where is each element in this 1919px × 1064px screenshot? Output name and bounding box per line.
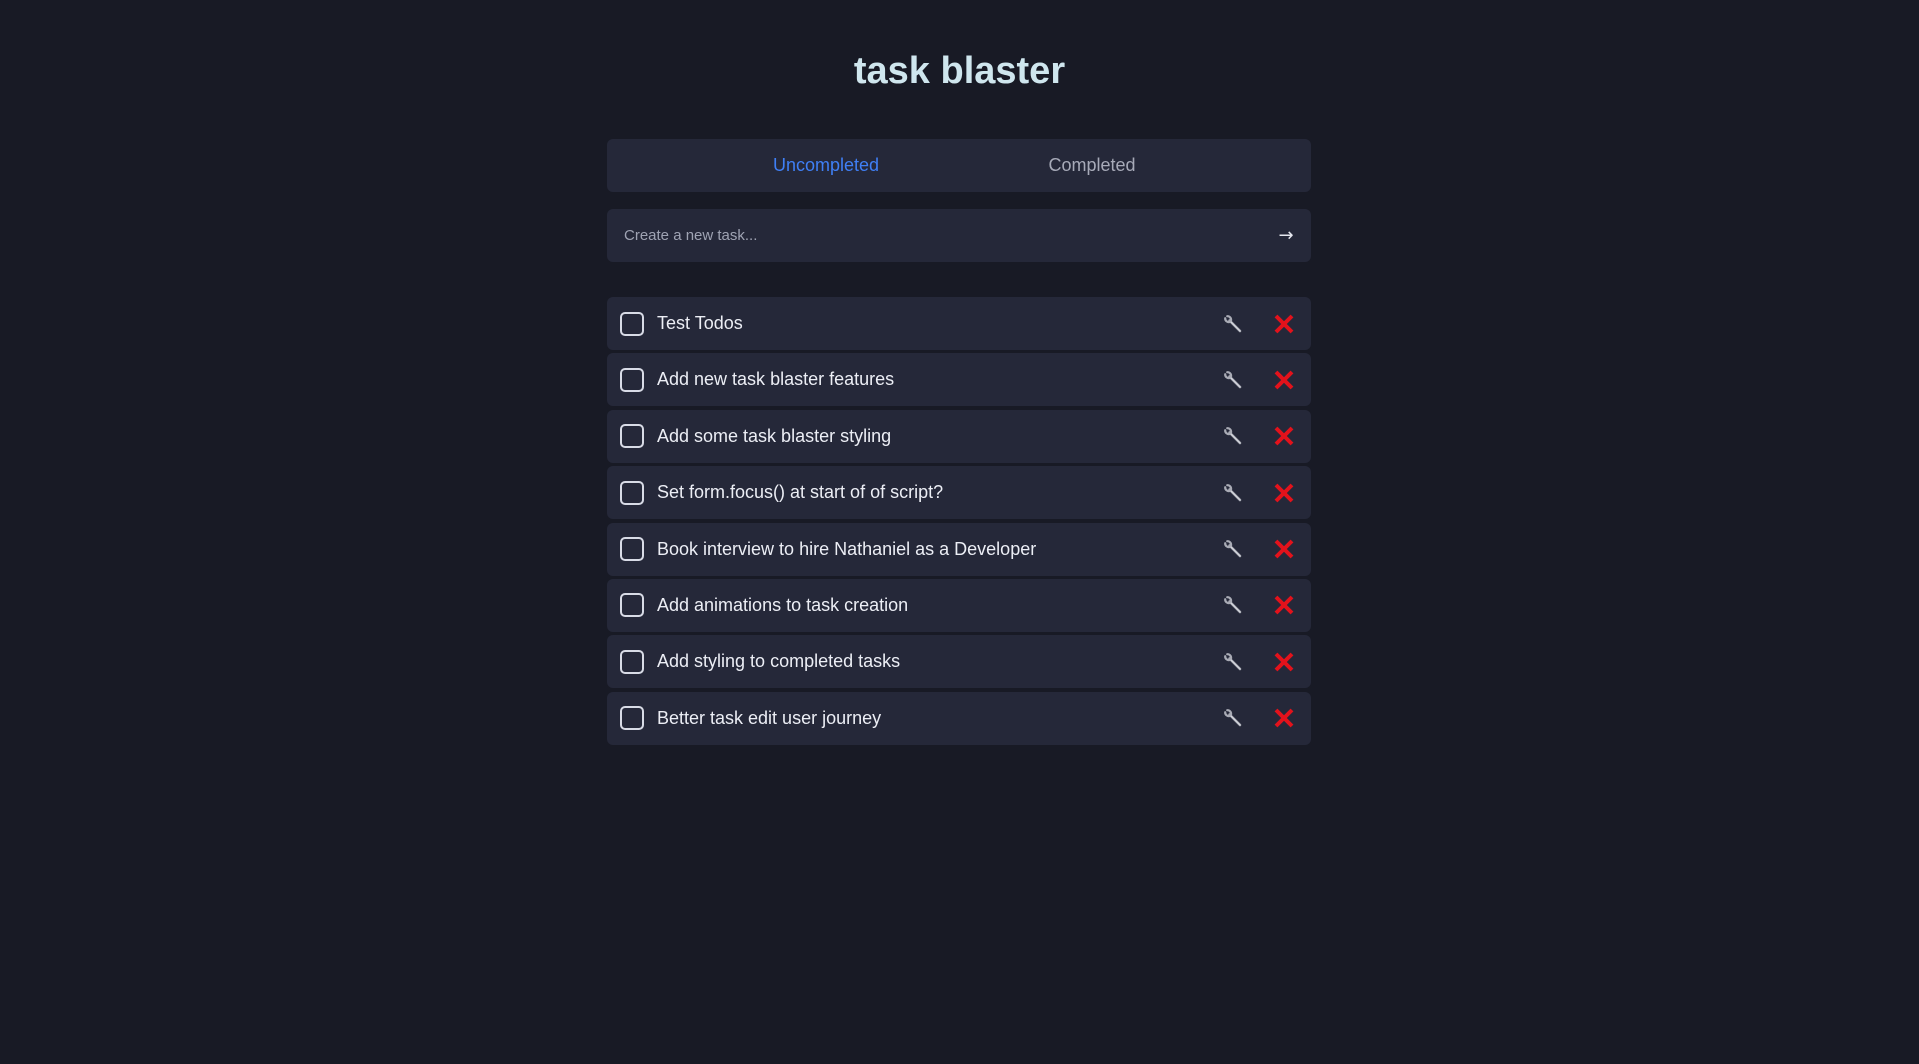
new-task-form: → — [607, 209, 1311, 262]
wrench-icon[interactable] — [1220, 649, 1246, 675]
close-icon[interactable] — [1271, 705, 1297, 731]
task-label: Add styling to completed tasks — [657, 651, 901, 672]
task-item: Test Todos — [607, 297, 1311, 350]
wrench-icon[interactable] — [1220, 536, 1246, 562]
task-checkbox[interactable] — [620, 649, 644, 674]
close-icon[interactable] — [1271, 536, 1297, 562]
task-label: Test Todos — [657, 313, 743, 333]
app-root: task blaster Uncompleted Completed → Tes… — [0, 0, 1919, 1064]
tab-uncompleted[interactable]: Uncompleted — [693, 155, 959, 176]
task-checkbox[interactable] — [620, 311, 644, 336]
wrench-icon[interactable] — [1220, 480, 1246, 506]
close-icon[interactable] — [1271, 480, 1297, 506]
task-label: Book interview to hire Nathaniel as a De… — [657, 538, 1037, 559]
task-item: Set form.focus() at start of of script? — [607, 466, 1311, 520]
wrench-icon[interactable] — [1220, 705, 1246, 731]
task-label: Better task edit user journey — [657, 707, 882, 728]
wrench-icon[interactable] — [1220, 423, 1246, 449]
task-label: Add animations to task creation — [657, 594, 909, 615]
task-item: Add some task blaster styling — [607, 409, 1311, 463]
close-icon[interactable] — [1271, 649, 1297, 675]
task-label: Add new task blaster features — [657, 369, 895, 390]
task-checkbox[interactable] — [620, 593, 644, 618]
task-item: Add animations to task creation — [607, 578, 1311, 632]
task-checkbox[interactable] — [620, 537, 644, 562]
wrench-icon[interactable] — [1220, 311, 1246, 337]
app-title: task blaster — [853, 50, 1066, 92]
task-item: Better task edit user journey — [607, 691, 1311, 745]
task-label: Add some task blaster styling — [657, 425, 892, 446]
wrench-icon[interactable] — [1220, 367, 1246, 393]
wrench-icon[interactable] — [1220, 592, 1246, 618]
tab-bar: Uncompleted Completed — [607, 139, 1311, 192]
close-icon[interactable] — [1271, 423, 1297, 449]
task-checkbox[interactable] — [620, 367, 644, 392]
task-label: Set form.focus() at start of of script? — [657, 482, 944, 503]
task-item: Add styling to completed tasks — [607, 635, 1311, 689]
task-list: Test Todos Add new task blaster features — [607, 297, 1311, 748]
task-checkbox[interactable] — [620, 706, 644, 731]
task-checkbox[interactable] — [620, 480, 644, 505]
arrow-right-icon[interactable]: → — [1261, 209, 1311, 262]
task-item: Add new task blaster features — [607, 353, 1311, 407]
close-icon[interactable] — [1271, 367, 1297, 393]
task-item: Book interview to hire Nathaniel as a De… — [607, 522, 1311, 576]
close-icon[interactable] — [1271, 311, 1297, 337]
tab-completed[interactable]: Completed — [959, 155, 1225, 176]
new-task-input[interactable] — [607, 209, 1261, 262]
close-icon[interactable] — [1271, 592, 1297, 618]
task-checkbox[interactable] — [620, 424, 644, 449]
